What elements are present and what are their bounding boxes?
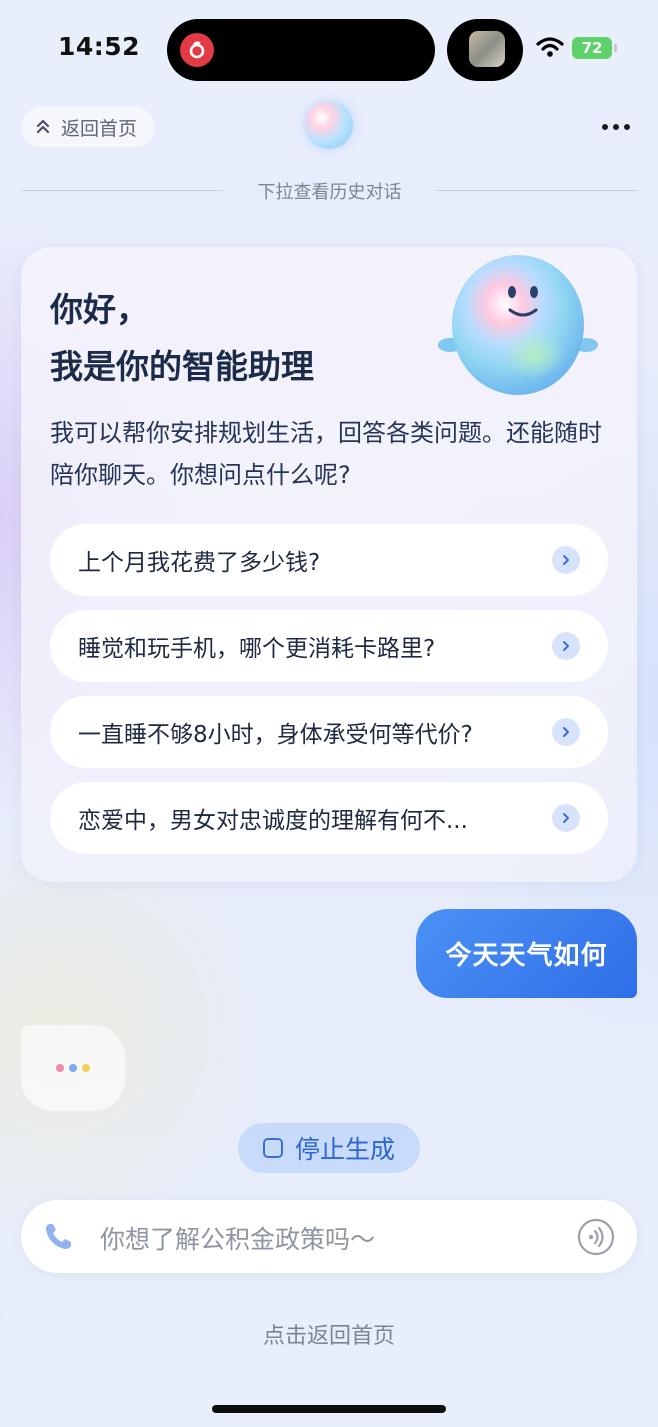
battery-cap — [614, 44, 617, 52]
suggestion-label: 上个月我花费了多少钱? — [78, 550, 321, 576]
typing-dot — [82, 1064, 90, 1072]
stop-square-icon — [262, 1138, 283, 1158]
stop-label: 停止生成 — [294, 1135, 395, 1164]
user-message-bubble: 今天天气如何 — [416, 909, 637, 998]
stop-generating-button[interactable]: 停止生成 — [238, 1123, 420, 1173]
phone-icon[interactable] — [42, 1221, 74, 1253]
back-home-label: 返回首页 — [61, 117, 138, 140]
typing-dot — [69, 1064, 77, 1072]
suggestion-label: 恋爱中，男女对忠诚度的理解有何不... — [78, 808, 468, 834]
divider — [21, 190, 223, 191]
divider — [436, 190, 637, 191]
history-hint[interactable]: 下拉查看历史对话 — [223, 178, 436, 204]
status-time: 14:52 — [58, 32, 141, 61]
suggestion-chip[interactable]: 睡觉和玩手机，哪个更消耗卡路里? — [50, 610, 608, 682]
assistant-logo — [305, 101, 353, 149]
user-message-text: 今天天气如何 — [445, 941, 608, 971]
chevron-right-icon — [552, 804, 580, 832]
media-thumbnail — [469, 31, 505, 67]
more-options-icon[interactable] — [600, 117, 632, 137]
voice-input-icon[interactable] — [577, 1218, 615, 1256]
message-input[interactable]: 你想了解公积金政策吗～ — [100, 1220, 375, 1256]
typing-indicator — [21, 1025, 125, 1111]
greeting-line-2: 我是你的智能助理 — [50, 347, 314, 386]
typing-dot — [56, 1064, 64, 1072]
back-home-link[interactable]: 点击返回首页 — [0, 1318, 658, 1350]
suggestion-chip[interactable]: 恋爱中，男女对忠诚度的理解有何不... — [50, 782, 608, 854]
intro-text: 我可以帮你安排规划生活，回答各类问题。还能随时陪你聊天。你想问点什么呢? — [50, 419, 602, 489]
suggestion-chip[interactable]: 上个月我花费了多少钱? — [50, 524, 608, 596]
double-chevron-up-icon — [36, 119, 50, 134]
suggestion-chip[interactable]: 一直睡不够8小时，身体承受何等代价? — [50, 696, 608, 768]
battery-indicator: 72 — [572, 37, 612, 59]
home-indicator[interactable] — [212, 1405, 446, 1413]
suggestion-label: 一直睡不够8小时，身体承受何等代价? — [78, 722, 473, 748]
battery-level: 72 — [581, 39, 603, 57]
netease-music-icon[interactable] — [180, 33, 214, 67]
chevron-right-icon — [552, 718, 580, 746]
greeting-line-1: 你好， — [50, 290, 149, 329]
assistant-mascot — [438, 255, 598, 395]
suggestion-label: 睡觉和玩手机，哪个更消耗卡路里? — [78, 636, 436, 662]
wifi-icon — [536, 37, 564, 57]
chevron-right-icon — [552, 546, 580, 574]
chevron-right-icon — [552, 632, 580, 660]
back-home-button[interactable]: 返回首页 — [21, 107, 155, 147]
